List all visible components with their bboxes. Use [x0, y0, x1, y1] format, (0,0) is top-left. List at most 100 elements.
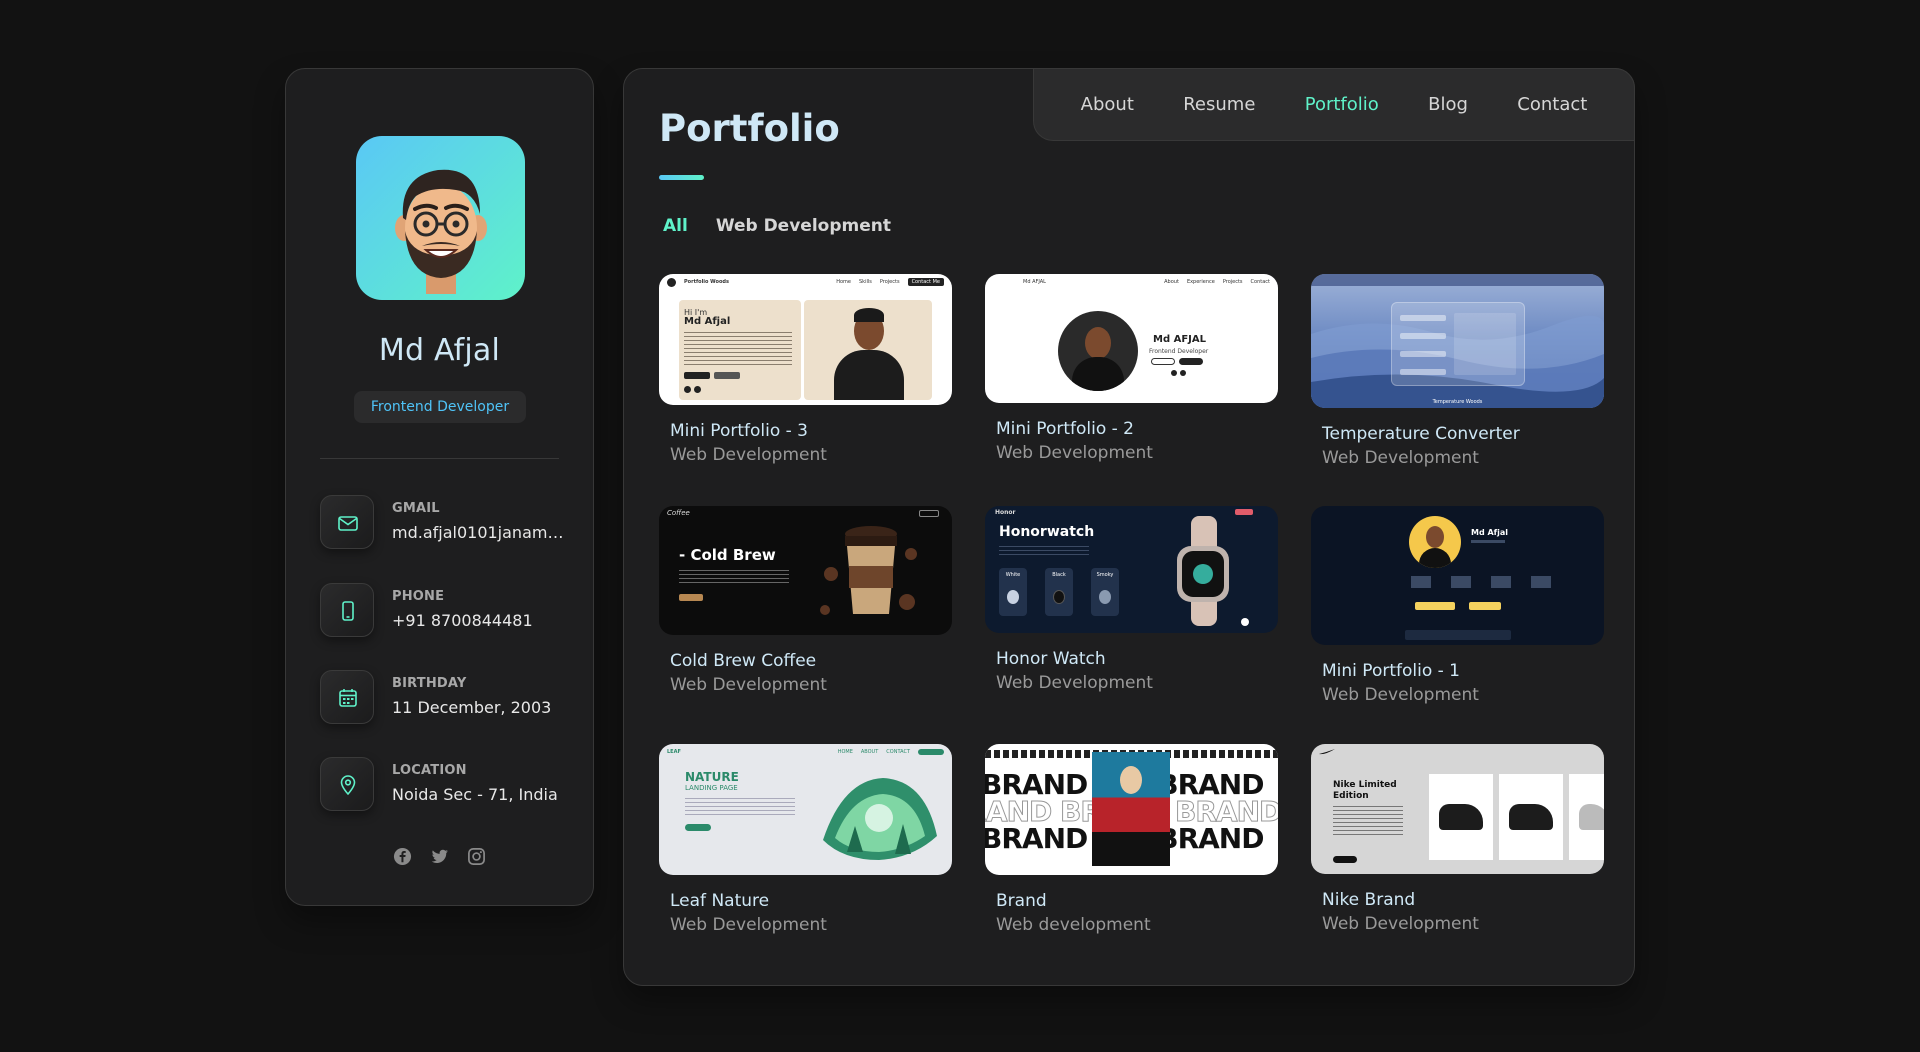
- thumb-stats: [1411, 576, 1571, 588]
- thumb-next-dot: [1241, 618, 1249, 626]
- project-category: Web Development: [1322, 685, 1479, 705]
- project-thumbnail[interactable]: Portfolio Woods Home Skills Projects Con…: [659, 274, 952, 405]
- project-category: Web Development: [1322, 914, 1479, 934]
- thumb-converter-panel: [1391, 302, 1525, 386]
- thumb-nav-item: Experience: [1186, 279, 1215, 285]
- project-category: Web Development: [996, 673, 1153, 693]
- thumb-nav: Md AFJAL About Experience Projects Conta…: [985, 274, 1278, 290]
- thumb-name: Md AFJAL: [1153, 334, 1206, 345]
- project-thumbnail[interactable]: Honor Honorwatch White Black Smoky: [985, 506, 1278, 633]
- contact-location: LOCATION Noida Sec - 71, India: [320, 757, 570, 813]
- phone-link[interactable]: +91 8700844481: [392, 611, 568, 630]
- thumb-paragraph: [999, 546, 1089, 556]
- thumb-product-card: [1499, 774, 1563, 860]
- project-card[interactable]: LEAF HOME ABOUT CONTACT NATURE LANDING P…: [659, 744, 952, 935]
- thumb-role: Frontend Developer: [1149, 348, 1209, 355]
- thumb-nav-item: Projects: [1222, 279, 1243, 285]
- thumb-brand: LEAF: [667, 749, 681, 755]
- thumb-cta: Contact Me: [907, 278, 944, 286]
- thumb-nav-item: ABOUT: [860, 749, 879, 755]
- project-card[interactable]: Temperature Woods Temperature Converter …: [1311, 274, 1604, 468]
- project-category: Web development: [996, 915, 1151, 935]
- nav-contact[interactable]: Contact: [1517, 94, 1587, 115]
- thumb-nav-item: Home: [836, 279, 851, 285]
- project-title: Mini Portfolio - 2: [996, 419, 1134, 439]
- facebook-icon[interactable]: [393, 847, 412, 866]
- page-title: Portfolio: [659, 107, 840, 150]
- birthday-value: 11 December, 2003: [392, 698, 552, 717]
- project-category: Web Development: [670, 675, 827, 695]
- email-link[interactable]: md.afjal0101janam@...: [392, 523, 568, 542]
- thumb-button: [1469, 602, 1501, 610]
- project-title: Honor Watch: [996, 649, 1106, 669]
- project-thumbnail[interactable]: Nike Limited Edition: [1311, 744, 1604, 874]
- contact-label: LOCATION: [392, 763, 467, 778]
- project-title: Mini Portfolio - 3: [670, 421, 808, 441]
- contact-label: PHONE: [392, 589, 445, 604]
- project-card[interactable]: Coffee - Cold Brew Cold Brew Coffee Web …: [659, 506, 952, 695]
- project-thumbnail[interactable]: Coffee - Cold Brew: [659, 506, 952, 635]
- thumb-brand: Honor: [995, 509, 1016, 516]
- nav-about[interactable]: About: [1081, 94, 1134, 115]
- project-thumbnail[interactable]: Temperature Woods: [1311, 274, 1604, 408]
- profile-sidebar: Md Afjal Frontend Developer GMAIL md.afj…: [285, 68, 594, 906]
- project-card[interactable]: Nike Limited Edition Nike Brand Web Deve…: [1311, 744, 1604, 934]
- social-links: [286, 847, 593, 866]
- thumb-headline: Honorwatch: [999, 524, 1095, 540]
- project-card[interactable]: Portfolio Woods Home Skills Projects Con…: [659, 274, 952, 465]
- filter-web-development[interactable]: Web Development: [716, 216, 891, 236]
- thumb-nav-item: Skills: [859, 279, 872, 285]
- mail-icon: [320, 495, 374, 549]
- project-category: Web Development: [1322, 448, 1479, 468]
- instagram-icon[interactable]: [467, 847, 486, 866]
- nav-blog[interactable]: Blog: [1428, 94, 1468, 115]
- thumb-nav-item: Projects: [879, 279, 900, 285]
- thumb-option: Black: [1045, 568, 1073, 616]
- thumb-brand: Portfolio Woods: [684, 279, 729, 285]
- thumb-footer-bar: [1405, 630, 1511, 640]
- thumb-button: [1179, 358, 1203, 365]
- project-category: Web Development: [996, 443, 1153, 463]
- contact-label: GMAIL: [392, 501, 440, 516]
- thumb-avatar-circle: [1409, 516, 1461, 568]
- thumb-name: Md Afjal: [684, 316, 731, 327]
- thumb-subtitle: LANDING PAGE: [685, 784, 738, 792]
- contact-gmail: GMAIL md.afjal0101janam@...: [320, 495, 570, 551]
- thumb-nav-item: CONTACT: [886, 749, 910, 755]
- profile-title-badge: Frontend Developer: [354, 391, 526, 423]
- twitter-icon[interactable]: [430, 847, 449, 866]
- project-thumbnail[interactable]: Md AFJAL About Experience Projects Conta…: [985, 274, 1278, 403]
- thumb-photo: [804, 300, 932, 400]
- thumb-social-icon: [684, 386, 691, 393]
- project-card[interactable]: Md Afjal Mini Portfolio - 1 Web Developm…: [1311, 506, 1604, 705]
- contact-label: BIRTHDAY: [392, 676, 467, 691]
- nav-resume[interactable]: Resume: [1183, 94, 1255, 115]
- filter-all[interactable]: All: [663, 216, 688, 236]
- project-card[interactable]: Md AFJAL About Experience Projects Conta…: [985, 274, 1278, 463]
- coffee-cup-illustration: [820, 526, 917, 615]
- project-title: Brand: [996, 891, 1047, 911]
- project-card[interactable]: Honor Honorwatch White Black Smoky Honor…: [985, 506, 1278, 693]
- thumb-brand: Md AFJAL: [1023, 279, 1046, 285]
- nav-portfolio[interactable]: Portfolio: [1305, 94, 1379, 115]
- sidebar-divider: [320, 458, 559, 459]
- thumb-caption: Temperature Woods: [1432, 399, 1483, 405]
- thumb-nav-item: About: [1164, 279, 1179, 285]
- project-thumbnail[interactable]: BRAND BRAND BRAND BRAND BRAND BRAND BRAN…: [985, 744, 1278, 875]
- project-thumbnail[interactable]: LEAF HOME ABOUT CONTACT NATURE LANDING P…: [659, 744, 952, 875]
- thumb-button: [679, 594, 703, 601]
- project-card[interactable]: BRAND BRAND BRAND BRAND BRAND BRAND BRAN…: [985, 744, 1278, 935]
- location-value: Noida Sec - 71, India: [392, 785, 558, 804]
- thumb-nav: [1311, 744, 1604, 760]
- project-thumbnail[interactable]: Md Afjal: [1311, 506, 1604, 645]
- thumb-button: [1151, 358, 1175, 365]
- thumb-nav: LEAF HOME ABOUT CONTACT: [659, 744, 952, 760]
- project-title: Nike Brand: [1322, 890, 1416, 910]
- thumb-button: [1415, 602, 1455, 610]
- thumb-model-photo: [1092, 752, 1170, 866]
- thumb-nav-item: Contact: [1250, 279, 1270, 285]
- thumb-paragraph: [685, 798, 795, 816]
- thumb-role-line: [1471, 540, 1505, 543]
- thumb-social-icon: [1180, 370, 1186, 376]
- thumb-social-icon: [1171, 370, 1177, 376]
